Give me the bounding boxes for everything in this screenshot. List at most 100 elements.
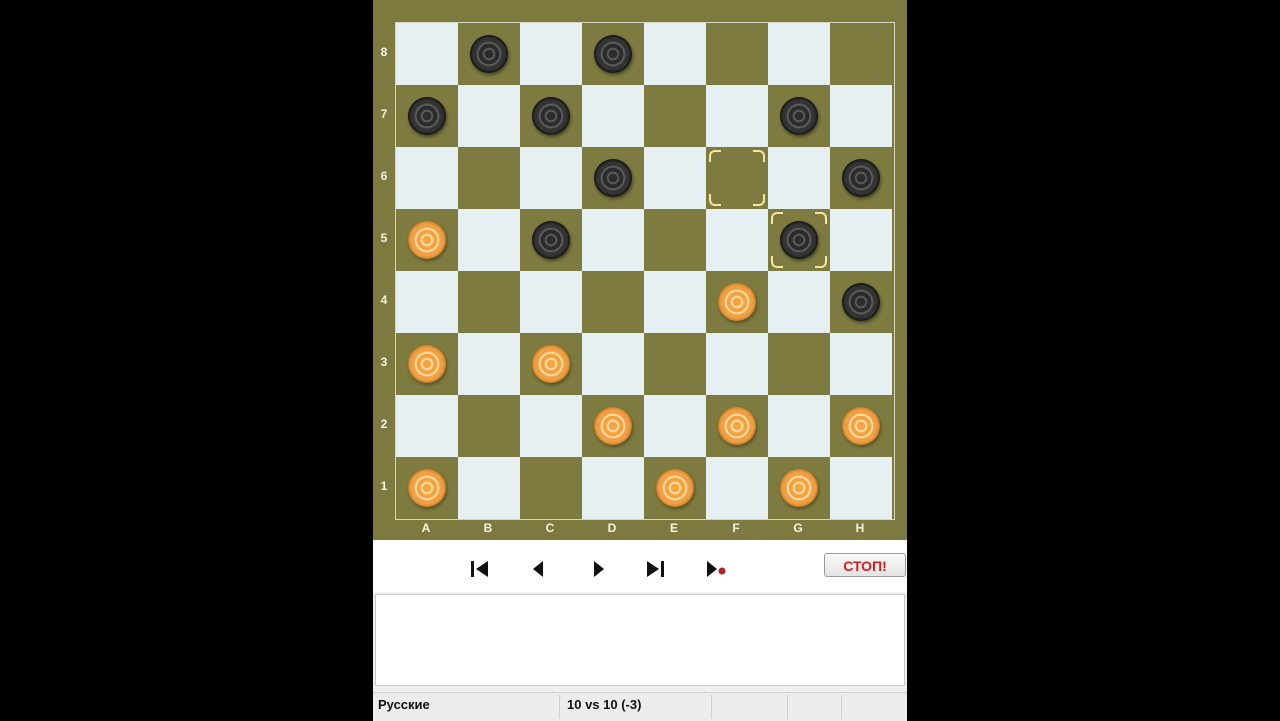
square-h8[interactable] [830, 23, 892, 85]
file-label: B [483, 521, 493, 535]
status-bar: Русские 10 vs 10 (-3) [373, 692, 907, 721]
square-g4[interactable] [768, 271, 830, 333]
move-log-panel[interactable] [375, 594, 905, 686]
stop-button[interactable]: СТОП! [824, 553, 906, 577]
file-label: G [793, 521, 803, 535]
square-d3[interactable] [582, 333, 644, 395]
next-move-button[interactable] [586, 557, 610, 581]
file-label: E [669, 521, 678, 535]
square-d7[interactable] [582, 85, 644, 147]
square-e7[interactable] [644, 85, 706, 147]
black-checker-piece[interactable] [842, 283, 880, 321]
square-h1[interactable] [830, 457, 892, 519]
square-h3[interactable] [830, 333, 892, 395]
square-d4[interactable] [582, 271, 644, 333]
square-a4[interactable] [396, 271, 458, 333]
white-checker-piece[interactable] [718, 407, 756, 445]
square-d1[interactable] [582, 457, 644, 519]
status-divider [711, 695, 712, 719]
rank-label: 8 [380, 45, 388, 59]
move-highlight [709, 150, 765, 206]
square-c4[interactable] [520, 271, 582, 333]
first-move-icon [471, 561, 488, 577]
white-checker-piece[interactable] [656, 469, 694, 507]
black-checker-piece[interactable] [532, 221, 570, 259]
square-b3[interactable] [458, 333, 520, 395]
black-checker-piece[interactable] [532, 97, 570, 135]
white-checker-piece[interactable] [718, 283, 756, 321]
square-f7[interactable] [706, 85, 768, 147]
play-record-icon [707, 561, 726, 577]
square-b1[interactable] [458, 457, 520, 519]
square-e6[interactable] [644, 147, 706, 209]
rank-label: 4 [380, 293, 388, 307]
checkers-board[interactable] [395, 22, 895, 520]
first-move-button[interactable] [468, 557, 492, 581]
rank-label: 2 [380, 417, 388, 431]
square-c6[interactable] [520, 147, 582, 209]
square-h5[interactable] [830, 209, 892, 271]
score-label: 10 vs 10 (-3) [567, 697, 642, 712]
last-move-button[interactable] [643, 557, 667, 581]
black-checker-piece[interactable] [780, 221, 818, 259]
square-a8[interactable] [396, 23, 458, 85]
square-b6[interactable] [458, 147, 520, 209]
black-checker-piece[interactable] [842, 159, 880, 197]
white-checker-piece[interactable] [594, 407, 632, 445]
square-a6[interactable] [396, 147, 458, 209]
square-f8[interactable] [706, 23, 768, 85]
square-c2[interactable] [520, 395, 582, 457]
black-checker-piece[interactable] [408, 97, 446, 135]
square-c8[interactable] [520, 23, 582, 85]
square-g6[interactable] [768, 147, 830, 209]
square-b7[interactable] [458, 85, 520, 147]
white-checker-piece[interactable] [780, 469, 818, 507]
play-record-button[interactable] [703, 557, 727, 581]
square-e2[interactable] [644, 395, 706, 457]
rank-label: 7 [380, 107, 388, 121]
square-e5[interactable] [644, 209, 706, 271]
square-e3[interactable] [644, 333, 706, 395]
black-checker-piece[interactable] [594, 159, 632, 197]
square-g2[interactable] [768, 395, 830, 457]
rank-label: 1 [380, 479, 388, 493]
square-h7[interactable] [830, 85, 892, 147]
square-g8[interactable] [768, 23, 830, 85]
playback-toolbar: СТОП! [373, 540, 907, 592]
game-type-label: Русские [378, 697, 430, 712]
next-move-icon [594, 561, 604, 577]
white-checker-piece[interactable] [408, 345, 446, 383]
black-checker-piece[interactable] [594, 35, 632, 73]
rank-label: 3 [380, 355, 388, 369]
square-a2[interactable] [396, 395, 458, 457]
square-e4[interactable] [644, 271, 706, 333]
square-g3[interactable] [768, 333, 830, 395]
file-label: D [607, 521, 617, 535]
square-f3[interactable] [706, 333, 768, 395]
black-checker-piece[interactable] [780, 97, 818, 135]
status-divider [841, 695, 842, 719]
square-d5[interactable] [582, 209, 644, 271]
square-e8[interactable] [644, 23, 706, 85]
prev-move-icon [533, 561, 543, 577]
white-checker-piece[interactable] [532, 345, 570, 383]
file-label: H [855, 521, 865, 535]
square-b2[interactable] [458, 395, 520, 457]
file-label: C [545, 521, 555, 535]
board-frame: 8 7 6 5 4 3 2 1 A B C D E F G H [373, 0, 907, 540]
square-b5[interactable] [458, 209, 520, 271]
square-c1[interactable] [520, 457, 582, 519]
rank-label: 6 [380, 169, 388, 183]
white-checker-piece[interactable] [842, 407, 880, 445]
black-checker-piece[interactable] [470, 35, 508, 73]
square-f5[interactable] [706, 209, 768, 271]
file-label: F [732, 521, 740, 535]
square-b4[interactable] [458, 271, 520, 333]
square-f1[interactable] [706, 457, 768, 519]
status-divider [559, 695, 560, 719]
prev-move-button[interactable] [527, 557, 551, 581]
white-checker-piece[interactable] [408, 469, 446, 507]
file-label: A [421, 521, 431, 535]
rank-label: 5 [380, 231, 388, 245]
white-checker-piece[interactable] [408, 221, 446, 259]
